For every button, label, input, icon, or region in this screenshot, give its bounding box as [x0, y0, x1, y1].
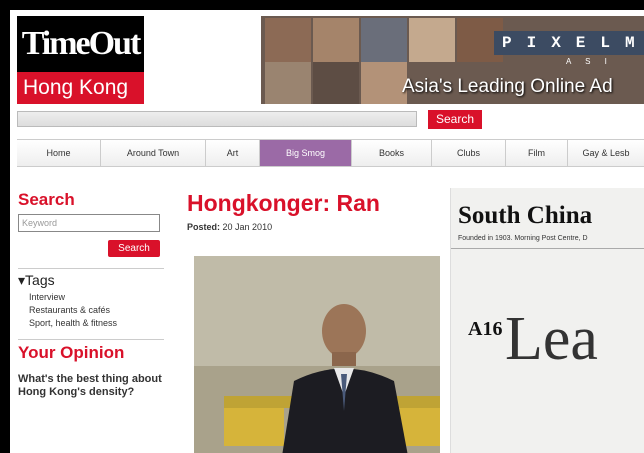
newspaper-masthead: South China [458, 202, 593, 229]
tags-heading[interactable]: ▾Tags [18, 272, 164, 289]
nav-item-gay-lesbian[interactable]: Gay & Lesb [568, 140, 644, 166]
banner-photo [361, 18, 407, 62]
sidebar-search-button[interactable]: Search [108, 240, 160, 257]
opinion-question[interactable]: What's the best thing about Hong Kong's … [18, 373, 164, 399]
article: Hongkonger: Ran Posted: 20 Jan 2010 [187, 190, 440, 453]
banner-photo [361, 62, 407, 104]
main-nav: Home Around Town Art Big Smog Books Club… [17, 139, 644, 167]
site-search-button[interactable]: Search [428, 110, 482, 129]
left-sidebar: Search Keyword Search ▾Tags Interview Re… [18, 190, 164, 399]
article-headline[interactable]: Hongkonger: Ran [187, 190, 439, 217]
newspaper-headline: Lea [505, 305, 598, 373]
tag-link[interactable]: Restaurants & cafés [29, 305, 164, 315]
posted-date: 20 Jan 2010 [222, 222, 273, 232]
logo-city: Hong Kong [17, 72, 144, 104]
nav-item-film[interactable]: Film [506, 140, 568, 166]
nav-item-books[interactable]: Books [352, 140, 432, 166]
keyword-input[interactable]: Keyword [18, 214, 160, 232]
divider [18, 268, 164, 269]
banner-photo [265, 18, 311, 62]
nav-item-home[interactable]: Home [17, 140, 101, 166]
timeout-logo[interactable]: TimeOut Hong Kong [17, 16, 144, 104]
portrait-illustration [194, 256, 440, 453]
nav-item-big-smog[interactable]: Big Smog [260, 140, 352, 166]
banner-photo [313, 62, 359, 104]
banner-photo [265, 62, 311, 104]
banner-brand-sub: A S I [566, 57, 613, 66]
newspaper-clipping: South China Founded in 1903. Morning Pos… [450, 188, 644, 453]
banner-brand: PIXELM [494, 31, 644, 55]
banner-photo [409, 18, 455, 62]
posted-label: Posted: [187, 222, 221, 232]
collapse-arrow-icon: ▾ [18, 272, 26, 288]
tag-link[interactable]: Sport, health & fitness [29, 318, 164, 328]
tags-heading-label: Tags [25, 272, 55, 288]
article-photo [194, 256, 440, 453]
article-posted-date: Posted: 20 Jan 2010 [187, 222, 439, 232]
banner-tagline: Asia's Leading Online Ad [402, 76, 613, 97]
newspaper-subtitle: Founded in 1903. Morning Post Centre, D [458, 235, 588, 242]
nav-item-around-town[interactable]: Around Town [101, 140, 206, 166]
page: TimeOut Hong Kong PIXELM A S I Asia's Le… [10, 10, 644, 453]
banner-photo [313, 18, 359, 62]
newspaper-page-number: A16 [468, 318, 503, 340]
divider [18, 339, 164, 340]
tag-link[interactable]: Interview [29, 292, 164, 302]
divider [451, 248, 644, 249]
nav-item-art[interactable]: Art [206, 140, 260, 166]
logo-wordmark: TimeOut [17, 16, 144, 72]
banner-ad[interactable]: PIXELM A S I Asia's Leading Online Ad [261, 16, 644, 104]
site-search-input[interactable] [17, 111, 417, 127]
search-heading: Search [18, 190, 75, 209]
nav-item-clubs[interactable]: Clubs [432, 140, 506, 166]
opinion-heading: Your Opinion [18, 343, 125, 362]
